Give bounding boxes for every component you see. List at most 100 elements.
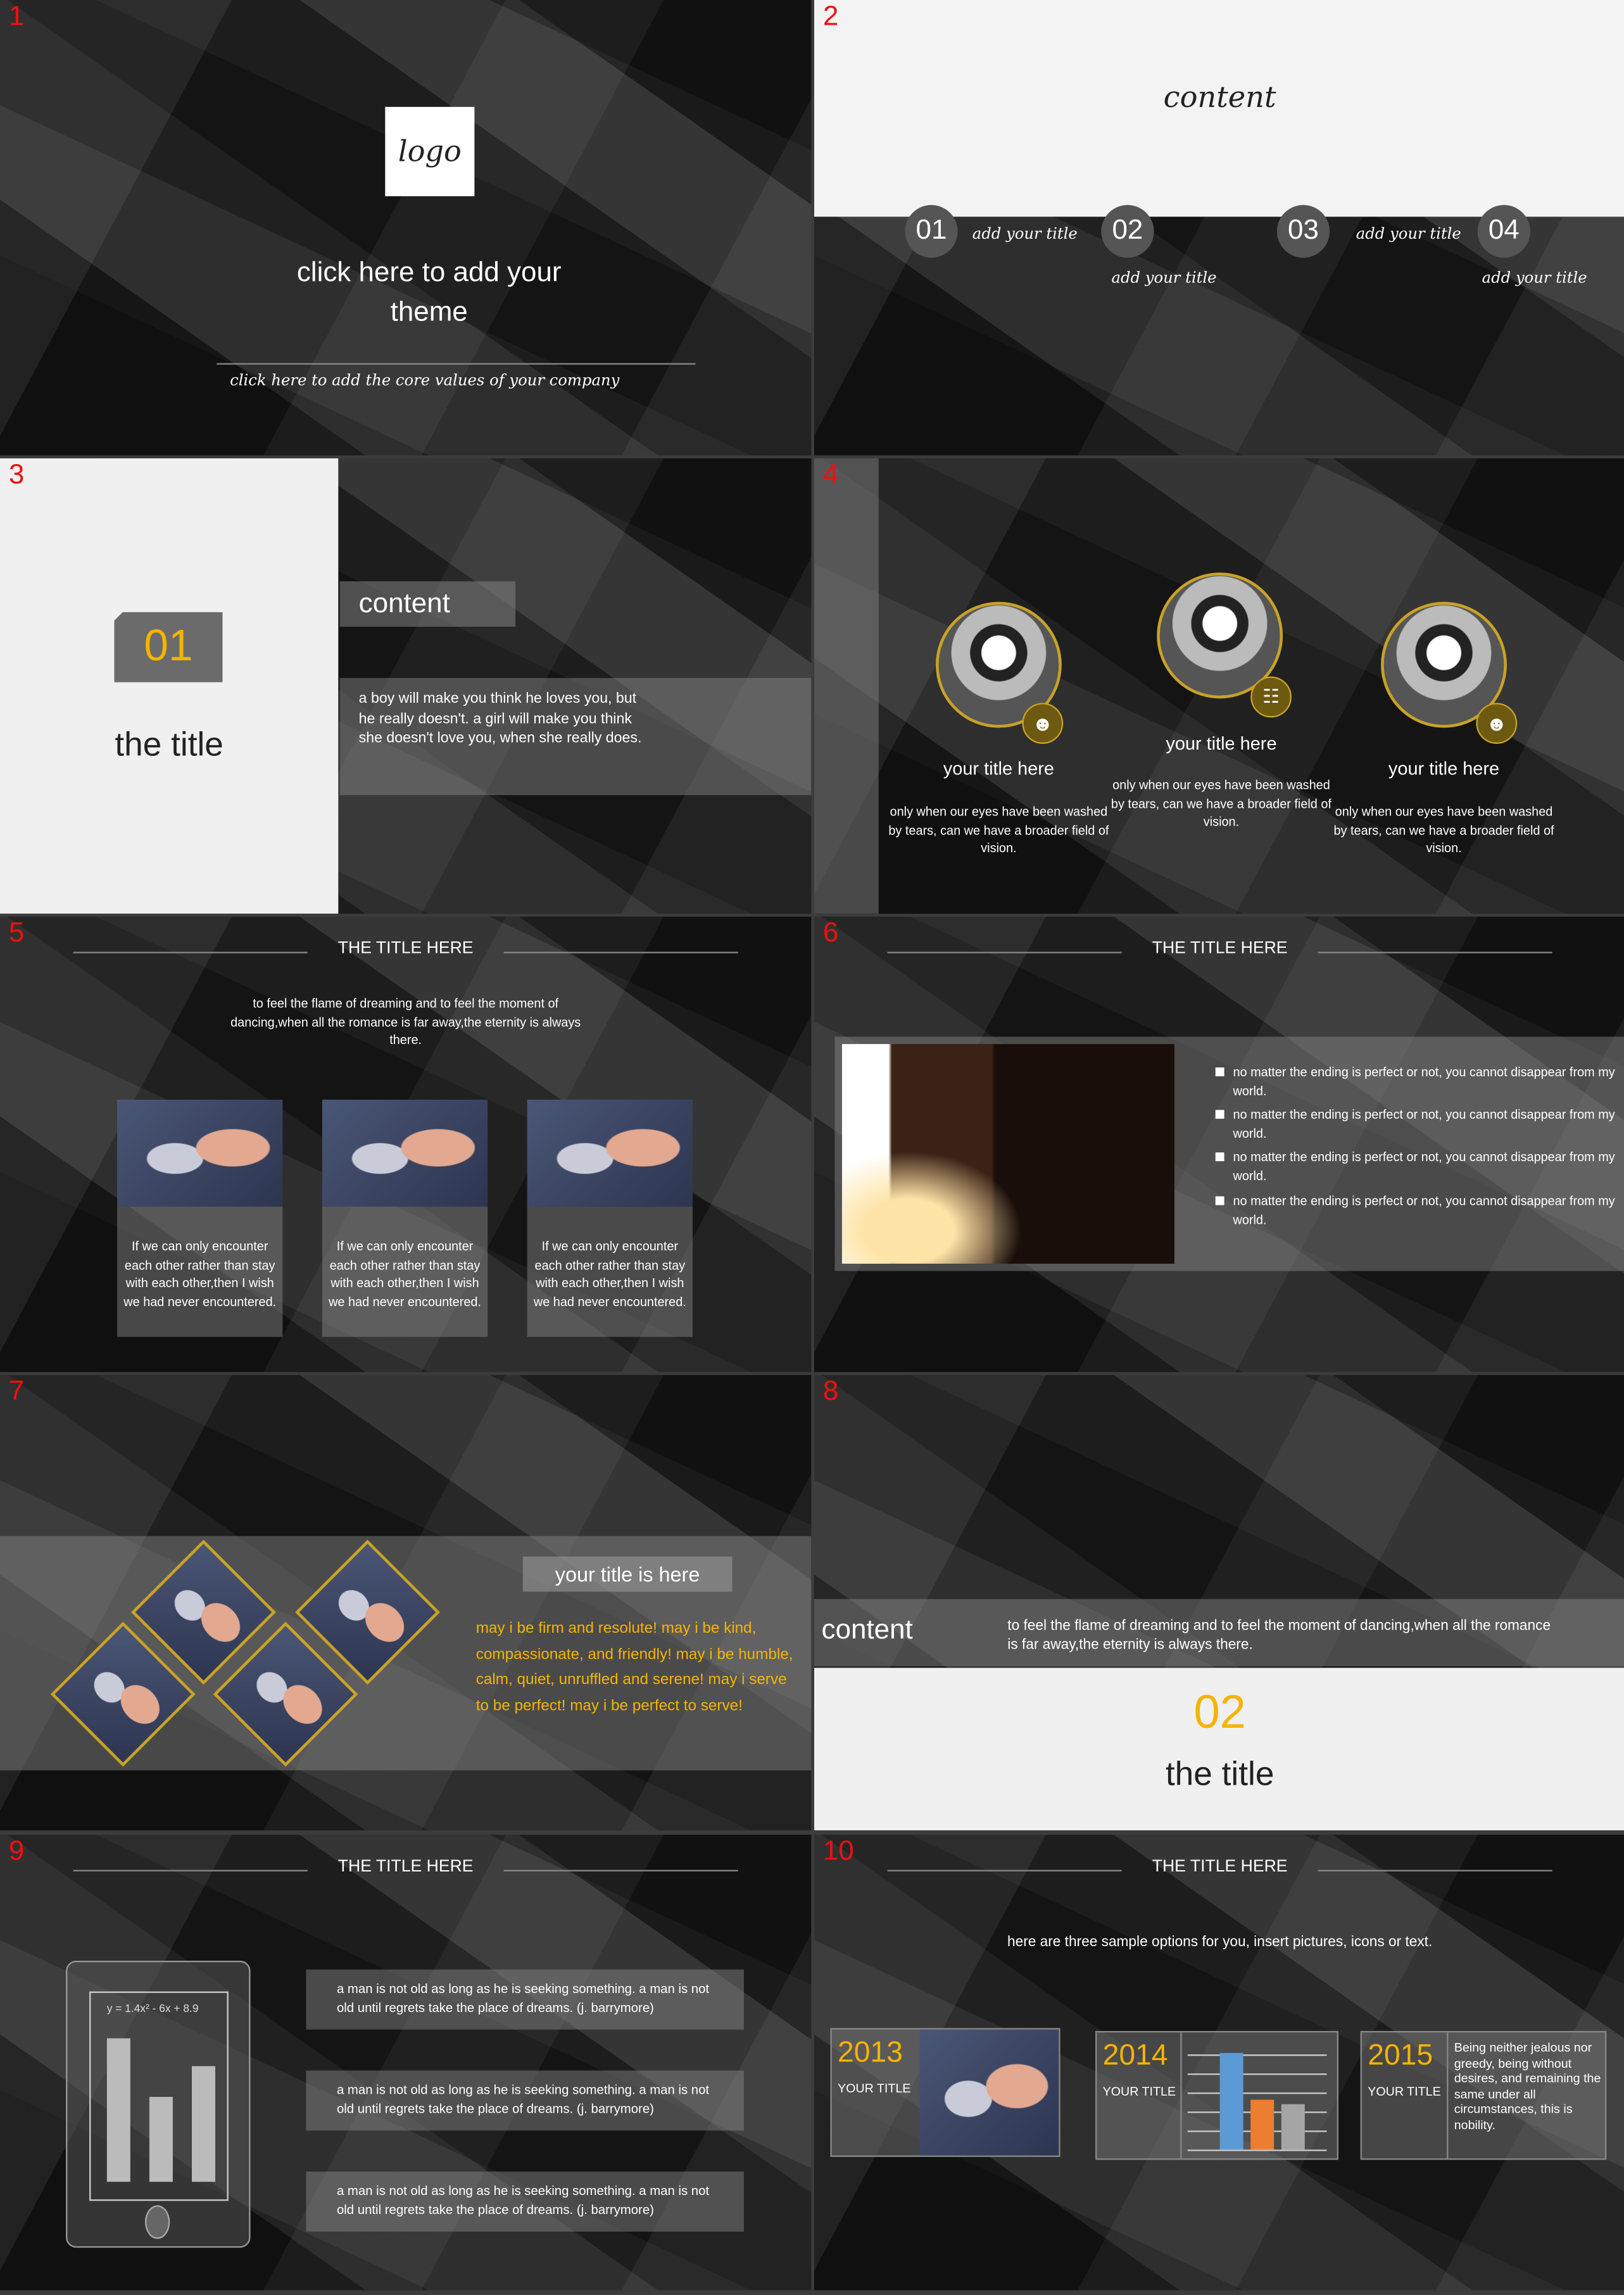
card-text: If we can only encounter each other rath… — [117, 1206, 283, 1337]
chart-bar — [1219, 2052, 1243, 2150]
subtitle[interactable]: click here to add the core values of you… — [176, 372, 674, 389]
slide-2[interactable]: 2 content 01 add your title 02 add your … — [814, 0, 1624, 456]
logo: logo — [385, 106, 475, 196]
slide-number: 7 — [8, 1376, 25, 1407]
slide-title: THE TITLE HERE — [0, 940, 811, 958]
chart-bar — [191, 2066, 215, 2182]
slide-4[interactable]: 4 ☻ your title here only when our eyes h… — [814, 458, 1624, 914]
section-title: the title — [1165, 1754, 1275, 1792]
bullet-text: no matter the ending is perfect or not, … — [1233, 1149, 1615, 1183]
gridline — [1187, 2073, 1327, 2075]
card-year: 2014 — [1102, 2039, 1168, 2072]
slide-title: THE TITLE HERE — [0, 1858, 811, 1876]
card-photo — [117, 1099, 283, 1207]
bullet-text: no matter the ending is perfect or not, … — [1233, 1193, 1615, 1227]
item-label[interactable]: add your title — [1111, 270, 1216, 287]
slide-number: 5 — [8, 918, 25, 949]
card-year: 2015 — [1368, 2039, 1433, 2072]
bullet-item: no matter the ending is perfect or not, … — [1212, 1105, 1615, 1142]
slide-5[interactable]: 5 THE TITLE HERE to feel the flame of dr… — [0, 916, 812, 1373]
bullet-icon — [1215, 1110, 1224, 1119]
card-text: only when our eyes have been washed by t… — [888, 803, 1109, 855]
slide-number: 8 — [822, 1376, 839, 1407]
slide-6[interactable]: 6 THE TITLE HERE no matter the ending is… — [814, 916, 1624, 1373]
intro-text: here are three sample options for you, i… — [1007, 1934, 1433, 1951]
slide-1[interactable]: 1 logo click here to add your theme clic… — [0, 0, 812, 456]
section-number: 02 — [1193, 1685, 1246, 1739]
divider — [1447, 2030, 1449, 2160]
gridline — [1187, 2092, 1327, 2094]
slide-title: THE TITLE HERE — [814, 1858, 1624, 1876]
slide-number: 2 — [822, 1, 839, 32]
band-text: to feel the flame of dreaming and to fee… — [1007, 1618, 1551, 1654]
bullet-text: no matter the ending is perfect or not, … — [1233, 1107, 1615, 1140]
card-year: 2013 — [837, 2037, 903, 2070]
bullet-icon — [1215, 1152, 1224, 1162]
left-panel — [0, 458, 339, 914]
bullet-item: no matter the ending is perfect or not, … — [1212, 1148, 1615, 1185]
card-label: YOUR TITLE — [1102, 2084, 1176, 2099]
title-box: your title is here — [522, 1556, 733, 1592]
slide-number: 9 — [8, 1836, 25, 1867]
heading: content — [1163, 79, 1276, 115]
card-text: only when our eyes have been washed by t… — [1111, 777, 1331, 829]
org-chart-icon: ☷ — [1250, 676, 1292, 718]
user-icon: ☻ — [1022, 703, 1064, 744]
item-number: 04 — [1477, 204, 1530, 258]
slide-number: 6 — [822, 918, 839, 949]
card-text: only when our eyes have been washed by t… — [1333, 803, 1554, 855]
card-title: your title here — [1166, 733, 1277, 755]
card-text: If we can only encounter each other rath… — [322, 1206, 488, 1337]
item-number: 02 — [1101, 204, 1154, 258]
slide-title: THE TITLE HERE — [814, 940, 1624, 958]
chart-bar — [106, 2039, 130, 2182]
card-label: YOUR TITLE — [837, 2080, 911, 2096]
item-number: 01 — [905, 204, 958, 258]
title[interactable]: click here to add your theme — [268, 253, 590, 332]
item-label[interactable]: add your title — [973, 225, 1078, 243]
side-strip — [814, 458, 879, 914]
section-number: 01 — [114, 612, 223, 682]
slide-9[interactable]: 9 THE TITLE HERE y = 1.4x² - 6x + 8.9 a … — [0, 1835, 812, 2291]
slide-7[interactable]: 7 your title is here may i be firm and r… — [0, 1374, 812, 1831]
slide-10[interactable]: 10 THE TITLE HERE here are three sample … — [814, 1835, 1624, 2291]
home-button[interactable] — [144, 2205, 170, 2239]
user-icon: ☻ — [1476, 703, 1518, 744]
quote-text: a man is not old as long as he is seekin… — [336, 1981, 710, 2015]
chart-bar — [1281, 2104, 1305, 2150]
chart-bar — [149, 2097, 173, 2182]
card-photo — [322, 1099, 488, 1207]
item-label[interactable]: add your title — [1482, 270, 1587, 287]
card-title: your title here — [943, 758, 1054, 779]
bullet-text: no matter the ending is perfect or not, … — [1233, 1064, 1615, 1098]
divider — [1180, 2030, 1182, 2160]
body-text: may i be firm and resolute! may i be kin… — [475, 1619, 793, 1714]
card-photo — [919, 2029, 1059, 2156]
bullet-icon — [1215, 1067, 1224, 1076]
slide-grid: 1 logo click here to add your theme clic… — [0, 0, 1624, 2294]
card-label: YOUR TITLE — [1368, 2084, 1441, 2099]
slide-number: 3 — [8, 460, 25, 491]
body-text[interactable]: a boy will make you think he loves you, … — [359, 689, 652, 749]
gridline — [1187, 2149, 1327, 2151]
slide-8[interactable]: 8 content to feel the flame of dreaming … — [814, 1374, 1624, 1831]
section-title: the title — [115, 724, 223, 764]
chart-bar — [1250, 2100, 1275, 2150]
content-label: content — [821, 1615, 913, 1646]
item-label[interactable]: add your title — [1356, 225, 1461, 243]
bullet-item: no matter the ending is perfect or not, … — [1212, 1063, 1615, 1100]
card-text: Being neither jealous nor greedy, being … — [1454, 2039, 1601, 2132]
card-photo — [527, 1099, 693, 1207]
bullet-icon — [1215, 1196, 1224, 1205]
item-number: 03 — [1276, 204, 1330, 258]
quote-text: a man is not old as long as he is seekin… — [336, 2183, 710, 2216]
window-photo — [841, 1044, 1174, 1264]
divider — [217, 363, 696, 365]
quote-text: a man is not old as long as he is seekin… — [336, 2082, 710, 2115]
intro-text: to feel the flame of dreaming and to fee… — [230, 995, 581, 1047]
card-title: your title here — [1388, 758, 1500, 779]
slide-number: 4 — [822, 460, 839, 491]
slide-3[interactable]: 3 01 the title content a boy will make y… — [0, 458, 812, 914]
card-text: If we can only encounter each other rath… — [527, 1206, 693, 1337]
bullet-item: no matter the ending is perfect or not, … — [1212, 1192, 1615, 1229]
